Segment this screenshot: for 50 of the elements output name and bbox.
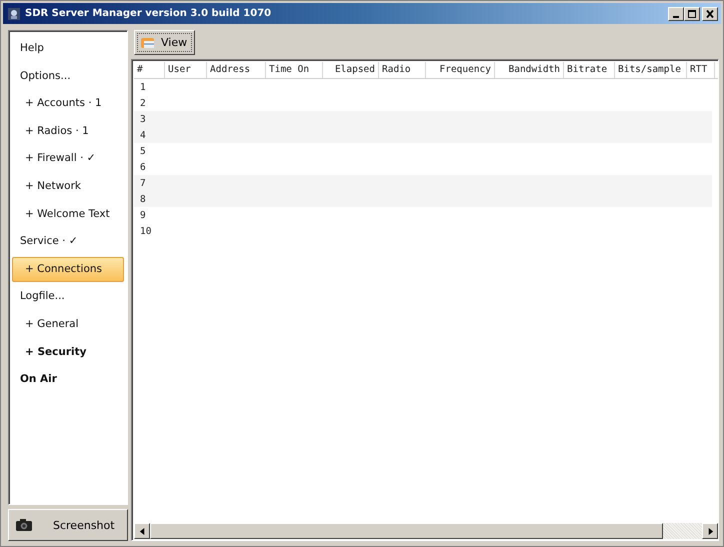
sidebar-item[interactable]: + Welcome Text (12, 202, 124, 227)
row-number: 6 (139, 162, 146, 173)
column-header[interactable]: Time On (266, 62, 323, 78)
column-header[interactable]: Elapsed (323, 62, 379, 78)
sidebar-item[interactable]: + Radios · 1 (12, 118, 124, 144)
row-number: 7 (139, 178, 146, 189)
row-number: 9 (139, 210, 146, 221)
window-icon (140, 36, 156, 50)
camera-icon (15, 518, 33, 532)
window-title: SDR Server Manager version 3.0 build 1070 (25, 8, 272, 19)
sidebar-item[interactable]: Service · ✓ (12, 229, 124, 254)
row-number: 10 (139, 226, 152, 237)
scroll-right-button[interactable] (702, 523, 718, 539)
column-header[interactable]: Bitrate (564, 62, 615, 78)
row-number: 1 (139, 82, 146, 93)
column-header[interactable]: Radio (379, 62, 426, 78)
row-number: 8 (139, 194, 146, 205)
sidebar-item[interactable]: + Security (12, 340, 124, 365)
column-header[interactable]: Bandwidth (495, 62, 564, 78)
left-arrow-icon (138, 528, 146, 534)
maximize-icon (686, 8, 698, 18)
minimize-icon (673, 16, 679, 18)
view-button[interactable]: View (134, 30, 196, 55)
sidebar-item[interactable]: + Connections (12, 256, 124, 282)
row-number: 3 (139, 114, 146, 125)
column-header[interactable]: User (165, 62, 207, 78)
column-header[interactable]: # (134, 62, 165, 78)
sidebar-item[interactable]: Options... (12, 64, 124, 89)
screenshot-button[interactable]: Screenshot (8, 509, 128, 541)
sidebar-item[interactable]: + General (12, 312, 124, 337)
sidebar-item[interactable]: + Accounts · 1 (12, 91, 124, 116)
app-icon (7, 6, 21, 20)
column-header[interactable]: RTT (687, 62, 715, 78)
row-number: 4 (139, 130, 146, 141)
close-icon (704, 8, 716, 18)
sidebar-item[interactable]: + Firewall · ✓ (12, 146, 124, 172)
sidebar-item[interactable]: On Air (12, 367, 124, 392)
row-number: 5 (139, 146, 146, 157)
column-header[interactable]: Bits/sample (615, 62, 687, 78)
minimize-button[interactable] (668, 6, 684, 20)
row-number: 2 (139, 98, 146, 109)
column-header[interactable]: Address (207, 62, 266, 78)
scroll-left-button[interactable] (134, 523, 150, 539)
maximize-button[interactable] (684, 6, 700, 20)
close-button[interactable] (702, 6, 718, 20)
sidebar-item[interactable]: Logfile... (12, 284, 124, 310)
sidebar-item[interactable]: Help (12, 36, 124, 61)
right-arrow-icon (706, 528, 714, 534)
sidebar-item[interactable]: + Network (12, 174, 124, 199)
column-header[interactable]: Frequency (426, 62, 495, 78)
